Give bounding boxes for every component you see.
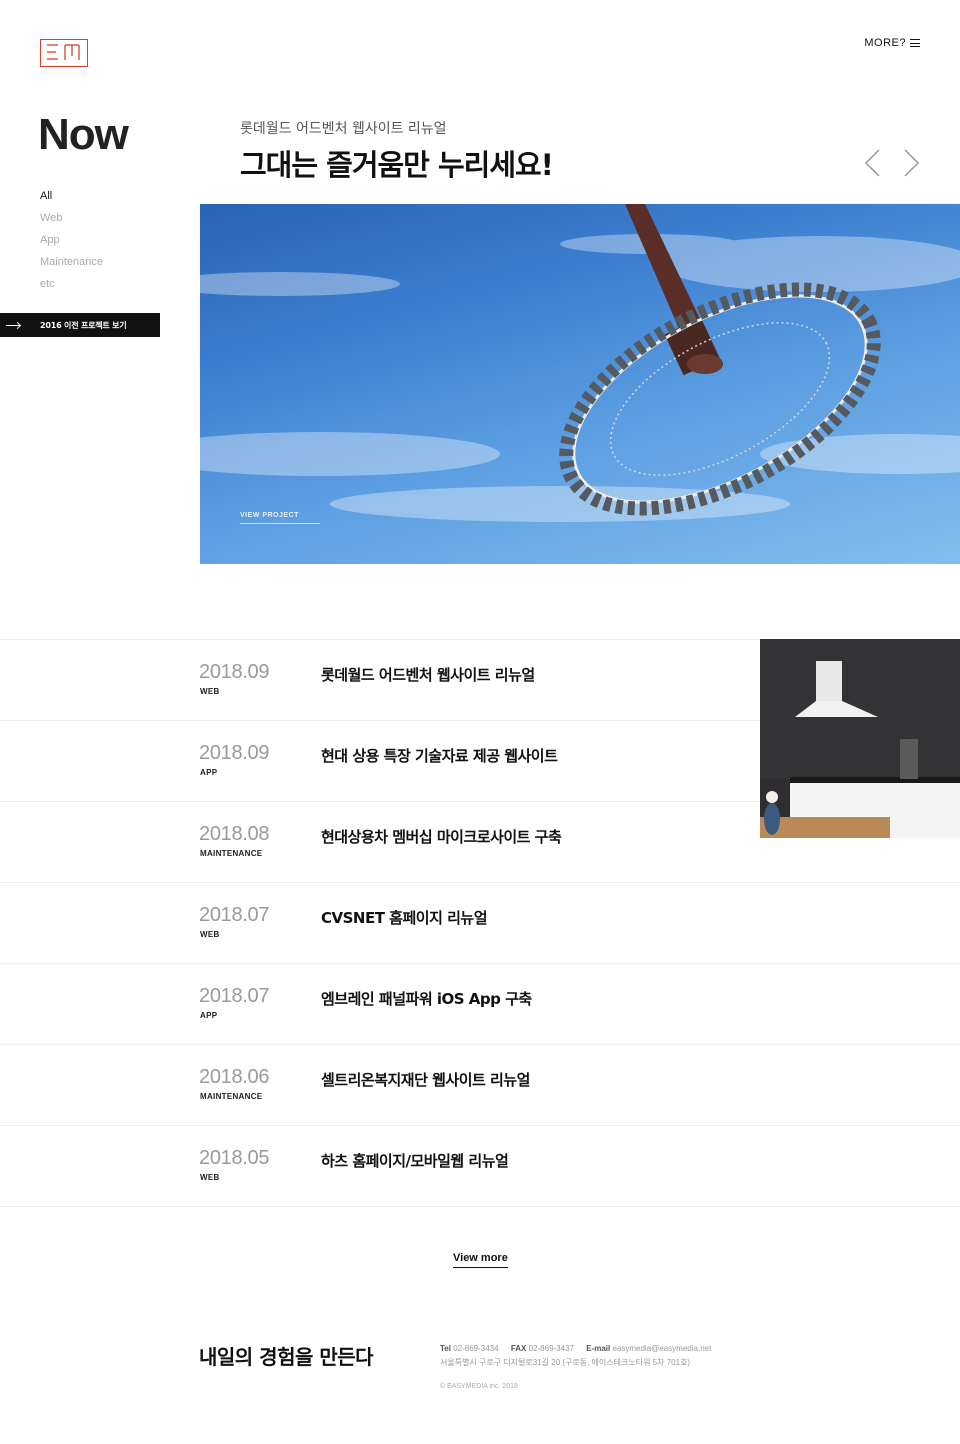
category-maintenance[interactable]: Maintenance: [40, 254, 103, 276]
project-date: 2018.08: [199, 823, 270, 845]
page-title: Now: [38, 110, 129, 159]
more-menu-button[interactable]: MORE?: [864, 37, 920, 49]
project-title: CVSNET 홈페이지 리뉴얼: [321, 909, 488, 927]
project-title: 현대상용차 멤버십 마이크로사이트 구축: [321, 828, 562, 846]
project-date: 2018.07: [199, 904, 270, 926]
category-all[interactable]: All: [40, 188, 103, 210]
tel-label: Tel: [440, 1344, 451, 1353]
project-category: WEB: [200, 687, 220, 696]
project-date: 2018.09: [199, 742, 270, 764]
copyright: © EASYMEDIA inc. 2018: [440, 1383, 518, 1390]
category-web[interactable]: Web: [40, 210, 103, 232]
project-date: 2018.06: [199, 1066, 270, 1088]
logo[interactable]: [40, 39, 88, 67]
fax-label: FAX: [510, 1344, 527, 1353]
chevron-left-icon[interactable]: [862, 148, 882, 178]
project-title: 하츠 홈페이지/모바일웹 리뉴얼: [321, 1152, 509, 1170]
category-app[interactable]: App: [40, 232, 103, 254]
list-item[interactable]: 2018.06 MAINTENANCE 셀트리온복지재단 웹사이트 리뉴얼: [0, 1044, 960, 1125]
project-title: 엠브레인 패널파워 iOS App 구축: [321, 990, 532, 1008]
previous-projects-label: 2016 이전 프로젝트 보기: [40, 320, 127, 330]
project-title: 현대 상용 특장 기술자료 제공 웹사이트: [321, 747, 558, 765]
list-item[interactable]: 2018.07 WEB CVSNET 홈페이지 리뉴얼: [0, 882, 960, 963]
project-category: WEB: [200, 930, 220, 939]
view-project-label: VIEW PROJECT: [240, 512, 299, 519]
footer-contact: Tel 02-869-3434 FAX 02-869-3437 E-mail e…: [440, 1342, 711, 1370]
footer-slogan: 내일의 경험을 만든다: [199, 1345, 374, 1369]
view-project-link[interactable]: VIEW PROJECT: [240, 512, 320, 524]
amusement-ride-illustration: [200, 204, 960, 522]
email-label: E-mail: [586, 1344, 611, 1353]
footer-address: 서울특별시 구로구 디지털로31길 20 (구로동, 에이스테크노타워 5차 7…: [440, 1358, 691, 1367]
hamburger-icon: [910, 39, 920, 47]
arrow-right-icon: [6, 324, 20, 326]
project-category: APP: [200, 1011, 218, 1020]
project-title: 롯데월드 어드벤처 웹사이트 리뉴얼: [321, 666, 535, 684]
project-title: 셀트리온복지재단 웹사이트 리뉴얼: [321, 1071, 530, 1089]
chevron-right-icon[interactable]: [902, 148, 922, 178]
project-date: 2018.07: [199, 985, 270, 1007]
list-item[interactable]: 2018.07 APP 엠브레인 패널파워 iOS App 구축: [0, 963, 960, 1044]
project-category: APP: [200, 768, 218, 777]
view-more-button[interactable]: View more: [453, 1252, 508, 1268]
hero-subtitle: 롯데월드 어드벤처 웹사이트 리뉴얼: [240, 121, 447, 137]
project-category: MAINTENANCE: [200, 1092, 263, 1101]
fax-value: 02-869-3437: [528, 1344, 574, 1353]
hero-title: 그대는 즐거움만 누리세요!: [240, 148, 554, 182]
category-etc[interactable]: etc: [40, 276, 103, 298]
list-item[interactable]: 2018.05 WEB 하츠 홈페이지/모바일웹 리뉴얼: [0, 1125, 960, 1207]
category-filter: All Web App Maintenance etc: [40, 188, 103, 298]
project-date: 2018.05: [199, 1147, 270, 1169]
tel-value: 02-869-3434: [453, 1344, 499, 1353]
kitchen-image: [760, 639, 960, 838]
view-project-arrow-icon: [240, 523, 320, 524]
project-date: 2018.09: [199, 661, 270, 683]
previous-projects-button[interactable]: 2016 이전 프로젝트 보기: [0, 313, 160, 337]
project-thumbnail[interactable]: [760, 639, 960, 838]
project-category: MAINTENANCE: [200, 849, 263, 858]
hero-image[interactable]: [200, 204, 960, 564]
project-category: WEB: [200, 1173, 220, 1182]
email-value[interactable]: easymedia@easymedia.net: [612, 1344, 711, 1353]
more-label: MORE?: [864, 37, 906, 49]
